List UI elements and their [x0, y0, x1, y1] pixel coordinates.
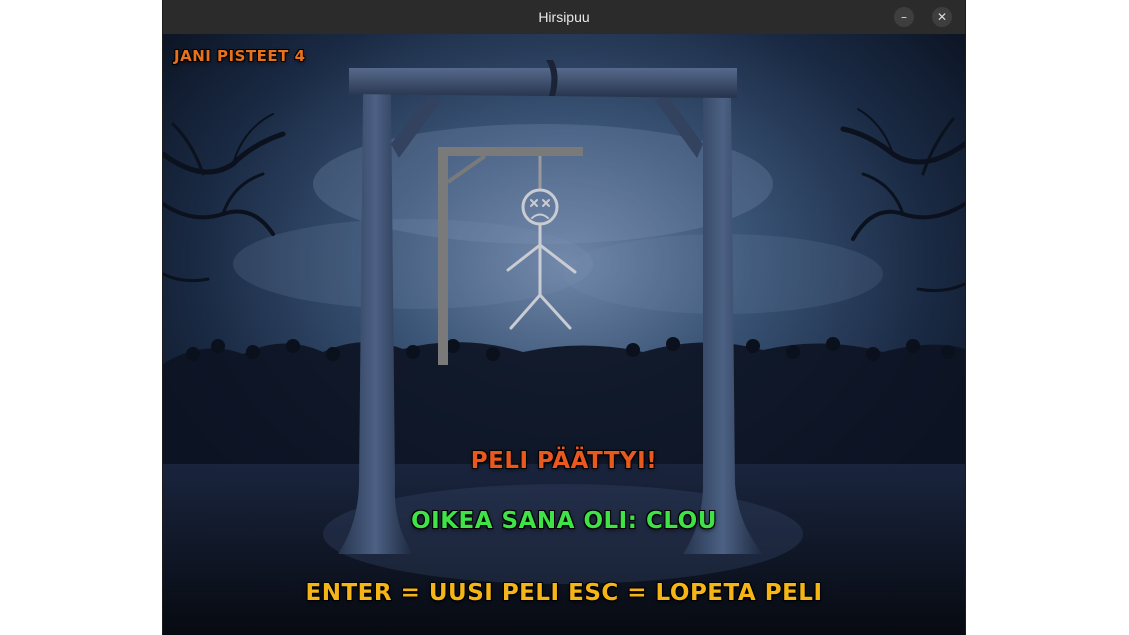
background-scene: [163, 34, 965, 635]
controls-instructions: ENTER = UUSI PELI ESC = LOPETA PELI: [305, 580, 823, 606]
game-window: Hirsipuu – ✕ JANI PISTEET 4 PELI PÄÄTTYI…: [163, 0, 965, 635]
game-over-message: PELI PÄÄTTYI!: [470, 448, 658, 474]
minimize-icon: –: [901, 10, 907, 24]
game-canvas[interactable]: JANI PISTEET 4 PELI PÄÄTTYI! OIKEA SANA …: [163, 34, 965, 635]
close-icon: ✕: [936, 10, 948, 24]
gallows-beam: [438, 147, 583, 156]
gallows-post: [438, 147, 448, 365]
minimize-button[interactable]: –: [894, 7, 914, 27]
window-title: Hirsipuu: [538, 9, 590, 25]
close-button[interactable]: ✕: [932, 7, 952, 27]
player-score: JANI PISTEET 4: [174, 47, 306, 65]
title-bar[interactable]: Hirsipuu – ✕: [163, 0, 965, 35]
correct-word-message: OIKEA SANA OLI: CLOU: [411, 508, 717, 534]
